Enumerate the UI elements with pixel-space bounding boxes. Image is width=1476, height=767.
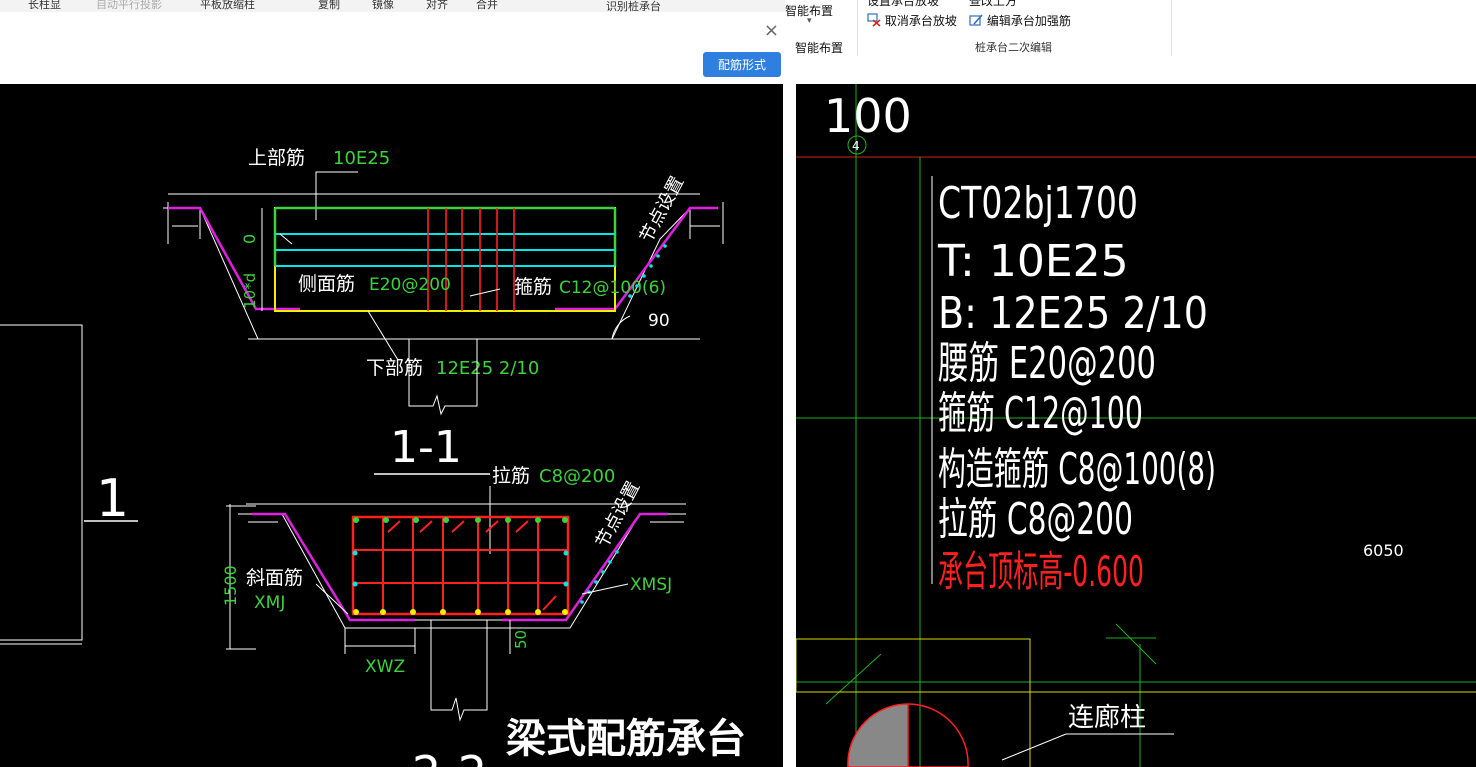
- stirrup-value: C12@100(6): [559, 278, 666, 298]
- smart-layout-label: 智能布置: [795, 41, 844, 55]
- column-label: 连廊柱: [1068, 703, 1146, 733]
- section-1-title: 1-1: [390, 422, 462, 473]
- ribbon-item-3[interactable]: 平板放缩柱: [200, 0, 255, 12]
- rebar-form-button[interactable]: 配筋形式: [703, 52, 781, 77]
- construct-stirrup-annotation: 构造箍筋 C8@100(8): [938, 444, 1216, 495]
- view-above-button[interactable]: 查改上方: [969, 0, 1017, 9]
- stirrup-annotation: 箍筋 C12@100: [938, 388, 1143, 439]
- cancel-slope-label: 取消承台放坡: [884, 14, 957, 28]
- side-rebar-value: E20@200: [369, 275, 451, 295]
- top-rebar-label: 上部筋: [248, 147, 305, 169]
- height-dim: 1500: [221, 565, 240, 606]
- section-2-drawing: 拉筋 C8@200 节点设置 1500 斜面筋 XMJ XMSJ XWZ 50: [221, 465, 686, 722]
- node-setting-label-1: 节点设置: [636, 173, 688, 246]
- dim-zero: 0: [240, 234, 259, 244]
- section-marker: 1: [96, 469, 129, 529]
- ribbon-separator: [1171, 0, 1172, 56]
- group-title: 桩承台二次编辑: [975, 41, 1052, 54]
- ribbon-item-1[interactable]: 长柱显: [28, 0, 61, 12]
- adjacent-outline: [0, 324, 83, 641]
- ribbon-item-7[interactable]: 合并: [476, 0, 498, 12]
- ribbon-item-2[interactable]: 自动平行投影: [96, 0, 162, 12]
- side-rebar-label: 侧面筋: [298, 273, 355, 295]
- ribbon-separator: [857, 0, 858, 56]
- top-rebar-annotation: T: 10E25: [937, 236, 1129, 287]
- axis-bubble: 4: [852, 139, 860, 153]
- cap-top-elevation: 承台顶标高-0.600: [938, 547, 1144, 596]
- slope-rebar-label: 斜面筋: [246, 567, 303, 589]
- tie-annotation: 拉筋 C8@200: [938, 494, 1133, 545]
- top-rebar-value: 10E25: [333, 148, 390, 169]
- axis-number: 100: [824, 89, 912, 143]
- dim-10d: 10*d: [241, 273, 259, 309]
- xmsj-label: XMSJ: [630, 575, 672, 595]
- ribbon-right: 智能布置 ▾ 智能布置 设置承台放坡 查改上方 取消承台放坡 编辑承台加强筋 桩…: [785, 0, 1476, 61]
- cap-type-title: 梁式配筋承台: [506, 716, 746, 762]
- dim-50: 50: [512, 630, 530, 649]
- tie-label: 拉筋: [492, 465, 530, 487]
- bottom-rebar-value: 12E25 2/10: [436, 358, 539, 379]
- tie-value: C8@200: [539, 466, 615, 487]
- waist-rebar-annotation: 腰筋 E20@200: [938, 338, 1156, 389]
- xwz-label: XWZ: [365, 657, 405, 677]
- ribbon-item-6[interactable]: 对齐: [426, 0, 448, 12]
- panel-divider: [783, 60, 796, 767]
- right-gap: [796, 60, 1476, 84]
- edit-reinforce-icon: [969, 14, 983, 26]
- section-1-drawing: 上部筋 10E25 节点设置 0 10*d 侧面筋 E20@200 箍筋 C12…: [163, 147, 724, 475]
- slope-rebar-value: XMJ: [254, 593, 285, 613]
- node-setting-label-2: 节点设置: [592, 478, 644, 551]
- cancel-slope-icon: [867, 13, 881, 27]
- dimension-6050: 6050: [1363, 541, 1404, 560]
- dialog-header: × 配筋形式: [0, 12, 785, 84]
- edit-reinforce-label: 编辑承台加强筋: [986, 14, 1071, 28]
- edit-reinforce-button[interactable]: 编辑承台加强筋: [969, 12, 1071, 29]
- angle-value: 90: [648, 311, 670, 331]
- bottom-rebar-label: 下部筋: [366, 357, 423, 379]
- cancel-slope-button[interactable]: 取消承台放坡: [867, 12, 957, 29]
- bottom-rebar-annotation: B: 12E25 2/10: [938, 288, 1208, 339]
- rebar-preview-drawing: 1 上部筋 10E25 节点设置 0 10*d 侧面筋 E20@200 箍筋 C…: [0, 147, 746, 767]
- set-slope-button[interactable]: 设置承台放坡: [867, 0, 939, 9]
- cap-name: CT02bj1700: [938, 178, 1138, 229]
- ribbon-item-5[interactable]: 镜像: [372, 0, 394, 12]
- stirrup-label: 箍筋: [514, 276, 552, 298]
- cad-viewport[interactable]: 100 4 CT02bj1700 T: 10E25 B: 12E25 2/10 …: [796, 84, 1476, 767]
- cad-drawing: 100 4 CT02bj1700 T: 10E25 B: 12E25 2/10 …: [796, 84, 1476, 767]
- section-2-title: 2-2: [412, 746, 487, 767]
- rebar-preview-canvas: 1 上部筋 10E25 节点设置 0 10*d 侧面筋 E20@200 箍筋 C…: [0, 84, 783, 767]
- close-icon[interactable]: ×: [764, 20, 779, 41]
- chevron-down-icon[interactable]: ▾: [807, 16, 812, 26]
- ribbon-item-4[interactable]: 复制: [318, 0, 340, 12]
